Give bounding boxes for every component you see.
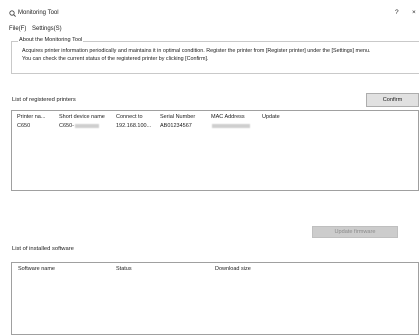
title-bar: Monitoring Tool ? ×: [0, 0, 419, 22]
update-firmware-button[interactable]: Update firmware: [312, 226, 398, 238]
column-header-connect-to[interactable]: Connect to: [116, 114, 143, 121]
cell-short-device-name-text: C650-: [59, 123, 74, 129]
cell-short-device-name: C650-: [59, 123, 99, 130]
column-header-software-name[interactable]: Software name: [18, 266, 55, 273]
cell-connect-to: 192.168.100...: [116, 123, 152, 129]
window-title: Monitoring Tool: [18, 10, 59, 16]
column-header-serial-number[interactable]: Serial Number: [160, 114, 195, 121]
menu-bar: File(F) Settings(S): [0, 25, 419, 34]
column-header-update[interactable]: Update: [262, 114, 280, 121]
confirm-button[interactable]: Confirm: [366, 93, 419, 107]
installed-software-title: List of installed software: [12, 246, 74, 252]
column-header-status[interactable]: Status: [116, 266, 132, 273]
monitoring-tool-app-icon: [9, 10, 16, 17]
column-header-mac-address[interactable]: MAC Address: [211, 114, 245, 121]
column-header-short-device-name[interactable]: Short device name: [59, 114, 105, 121]
about-description-line-2: You can check the current status of the …: [22, 56, 209, 62]
cell-printer-name: C650: [17, 123, 31, 129]
redacted-text: [212, 123, 250, 128]
close-icon[interactable]: ×: [412, 9, 416, 17]
column-header-printer-name[interactable]: Printer na...: [17, 114, 45, 121]
about-description-line-1: Acquires printer information periodicall…: [22, 48, 371, 54]
redacted-text: [74, 123, 99, 128]
registered-printers-title: List of registered printers: [12, 97, 76, 103]
installed-software-table[interactable]: Software name Status Download size: [11, 262, 419, 335]
registered-printers-table[interactable]: Printer na... Short device name Connect …: [11, 110, 419, 191]
help-icon[interactable]: ?: [395, 9, 399, 17]
about-group-legend: About the Monitoring Tool: [18, 37, 84, 44]
column-header-download-size[interactable]: Download size: [215, 266, 251, 273]
menu-file[interactable]: File(F): [9, 25, 26, 33]
cell-mac-address: [211, 123, 250, 130]
menu-settings[interactable]: Settings(S): [32, 25, 62, 33]
cell-serial-number: AB01234567: [160, 123, 192, 129]
